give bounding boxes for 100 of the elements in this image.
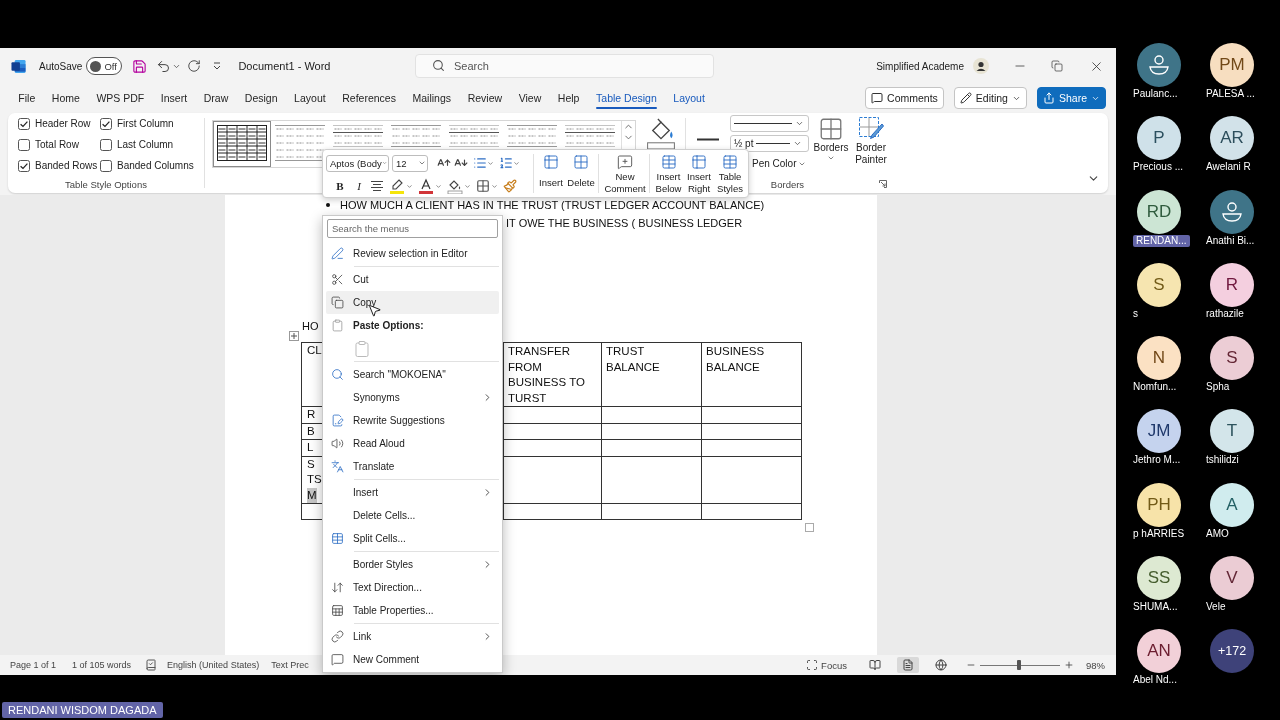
ribbon-tab[interactable]: Review xyxy=(459,84,511,112)
checkbox[interactable] xyxy=(100,117,112,130)
document-title: Document1 - Word xyxy=(238,60,331,72)
border-painter-button[interactable]: Border Painter xyxy=(853,113,889,176)
zoom-slider-thumb[interactable] xyxy=(1017,660,1022,670)
share-button[interactable]: Share xyxy=(1036,87,1106,109)
up-down-arrows-icon xyxy=(331,581,344,594)
bullet-list-icon[interactable] xyxy=(473,156,487,170)
grid-icon xyxy=(818,116,844,142)
borders-button[interactable]: Borders xyxy=(814,113,848,176)
ribbon-tab[interactable]: Mailings xyxy=(404,84,460,112)
cell-text: L xyxy=(307,440,314,455)
table-resize-handle[interactable] xyxy=(805,523,814,532)
account-icon[interactable] xyxy=(973,58,989,74)
group-label: Table Style Options xyxy=(65,179,147,190)
font-color-icon[interactable] xyxy=(418,178,434,194)
undo-icon[interactable] xyxy=(156,58,172,74)
speaker-icon xyxy=(331,437,344,450)
checkbox[interactable] xyxy=(18,159,30,172)
ribbon-tab[interactable]: WPS PDF xyxy=(88,84,153,112)
thick-line-icon[interactable] xyxy=(697,138,719,141)
toolbar-button[interactable]: Table Styles xyxy=(715,152,745,195)
checkbox[interactable] xyxy=(100,138,112,151)
search-field[interactable]: Search xyxy=(415,54,714,78)
table-style-option[interactable] xyxy=(213,121,271,167)
redo-icon[interactable] xyxy=(187,59,202,73)
toolbar-button[interactable]: Insert Right xyxy=(685,152,713,195)
restore-icon[interactable] xyxy=(1051,60,1063,72)
avatar: T xyxy=(1210,409,1254,454)
plus-in-square-icon[interactable] xyxy=(289,331,299,341)
line-style-dropdown[interactable] xyxy=(730,115,809,132)
menu-item[interactable]: Read Aloud xyxy=(326,432,499,455)
menu-item[interactable]: Cut xyxy=(326,268,499,291)
menu-item[interactable]: New Comment xyxy=(326,648,499,671)
paint-bucket-icon[interactable] xyxy=(645,117,677,150)
pen-color-dropdown[interactable]: Pen Color xyxy=(752,155,809,172)
menu-item[interactable]: Translate xyxy=(326,455,499,478)
book-check-icon[interactable] xyxy=(145,659,158,671)
highlighter-icon[interactable] xyxy=(389,178,405,194)
clipboard-icon[interactable] xyxy=(353,339,371,358)
comments-button[interactable]: Comments xyxy=(865,87,944,109)
save-icon[interactable] xyxy=(132,58,148,74)
cell-text: M xyxy=(307,487,317,503)
bold-button[interactable]: B xyxy=(332,178,348,194)
corner-arrow-icon[interactable] xyxy=(879,180,887,188)
toolbar-button[interactable]: Delete xyxy=(566,152,596,195)
menu-item[interactable]: Border Styles xyxy=(326,553,499,576)
ribbon-tab[interactable]: File xyxy=(10,84,44,112)
paintbrush-icon[interactable] xyxy=(503,179,517,193)
ribbon-tab[interactable]: Layout xyxy=(665,84,714,112)
ribbon-tab[interactable]: Table Design xyxy=(587,84,666,112)
menu-item[interactable]: Split Cells... xyxy=(326,527,499,550)
menu-item[interactable]: Text Direction... xyxy=(326,576,499,599)
toolbar-button[interactable]: Insert Below xyxy=(654,152,683,195)
ribbon-tab[interactable]: View xyxy=(510,84,550,112)
menu-item[interactable]: Copy xyxy=(326,291,499,314)
menu-item[interactable]: Review selection in Editor xyxy=(326,242,499,265)
menu-item[interactable]: Link xyxy=(326,625,499,648)
dash-over-chevron-icon[interactable] xyxy=(212,61,223,71)
menu-item[interactable]: Rewrite Suggestions xyxy=(326,409,499,432)
chevron-down-icon xyxy=(418,159,426,167)
font-size-dropdown[interactable]: 12 xyxy=(392,154,428,172)
participant-name: Awelani R xyxy=(1206,161,1251,174)
menu-item[interactable]: Search "MOKOENA" xyxy=(326,363,499,386)
table-grid-icon xyxy=(507,125,557,147)
checkbox[interactable] xyxy=(18,138,30,151)
grid-icon[interactable] xyxy=(476,179,490,193)
menu-item[interactable]: Delete Cells... xyxy=(326,504,499,527)
document-pen-icon xyxy=(331,414,344,427)
autosave-toggle[interactable]: Off xyxy=(86,57,123,75)
italic-button[interactable]: I xyxy=(351,178,367,194)
ribbon-tab[interactable]: References xyxy=(333,84,405,112)
bullet-icon xyxy=(326,203,330,207)
participant-name: Spha xyxy=(1206,381,1230,394)
ribbon-tab[interactable]: Insert xyxy=(152,84,196,112)
paint-bucket-icon[interactable] xyxy=(447,178,463,194)
zoom-in-icon[interactable] xyxy=(1064,660,1074,670)
ribbon-tab[interactable]: Layout xyxy=(285,84,334,112)
checkbox[interactable] xyxy=(100,159,112,172)
editing-mode-button[interactable]: Editing xyxy=(953,87,1027,109)
ribbon-tab[interactable]: Draw xyxy=(195,84,237,112)
avatar: PM xyxy=(1210,43,1254,87)
focus-button[interactable]: Focus xyxy=(806,659,847,671)
menu-item[interactable]: Table Properties... xyxy=(326,599,499,622)
ribbon-tab[interactable]: Home xyxy=(43,84,89,112)
toolbar-button[interactable]: Insert xyxy=(538,152,564,195)
numbered-list-icon[interactable] xyxy=(499,156,513,170)
view-mode-button[interactable] xyxy=(897,657,919,673)
centered-lines-icon[interactable] xyxy=(370,180,384,192)
font-name-dropdown[interactable]: Aptos (Body xyxy=(326,154,389,172)
checkbox[interactable] xyxy=(18,117,30,130)
more-participants-button[interactable]: +172 xyxy=(1210,629,1254,674)
document-text: HOW MUCH A CLIENT HAS IN THE TRUST (TRUST LEDGER ACCOUNT BALANCE) xyxy=(340,198,765,212)
menu-item[interactable]: Synonyms xyxy=(326,386,499,409)
menu-item[interactable]: Insert xyxy=(326,481,499,504)
ribbon-tab[interactable]: Help xyxy=(549,84,588,112)
menu-search-field[interactable]: Search the menus xyxy=(327,219,498,238)
toolbar-button[interactable]: New Comment xyxy=(603,152,647,195)
table-icon xyxy=(690,154,708,170)
ribbon-tab[interactable]: Design xyxy=(236,84,286,112)
